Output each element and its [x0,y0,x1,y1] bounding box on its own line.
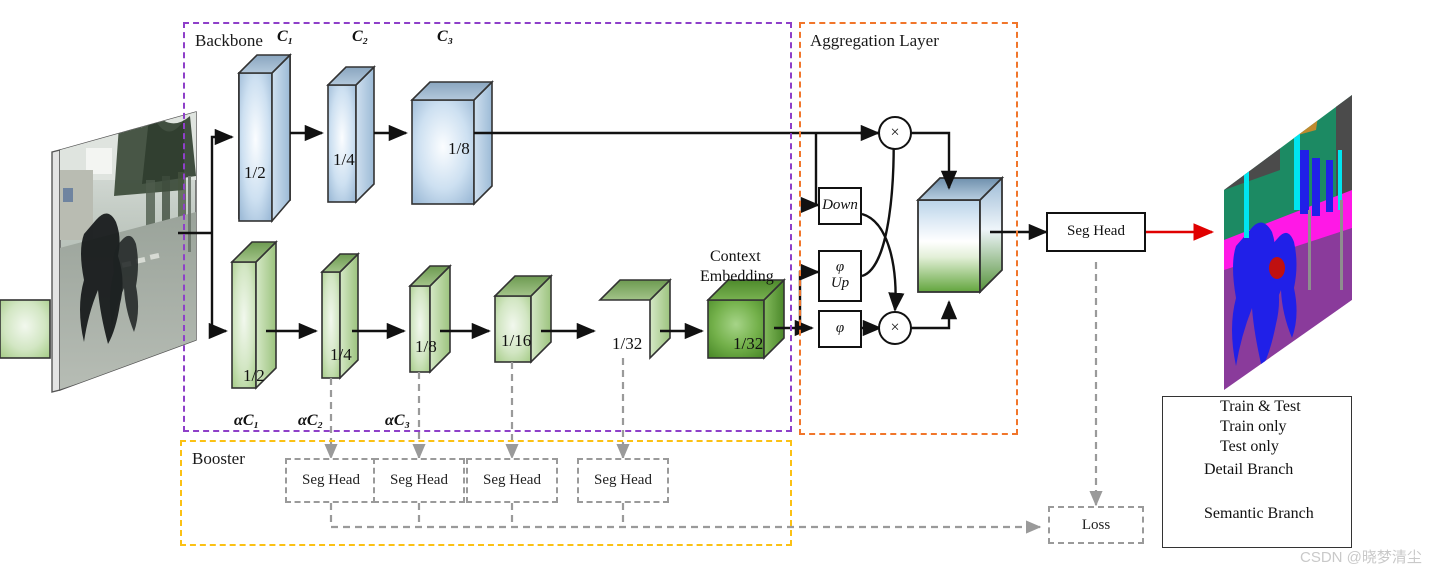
detail-scale-3: 1/8 [448,139,470,158]
legend-label-test-only: Test only [1220,438,1279,455]
seg-head-booster-1[interactable]: Seg Head [285,458,377,503]
semantic-scale-1: 1/2 [243,366,265,385]
semantic-scale-2: 1/4 [330,345,352,364]
watermark: CSDN @晓梦清尘 [1300,549,1422,566]
detail-channel-label-c2: C₂ [352,28,369,45]
detail-channel-label-c1: C₁ [277,28,294,45]
semantic-scale-5: 1/32 [612,334,643,353]
region-aggregation [799,22,1018,435]
seg-head-booster-2[interactable]: Seg Head [373,458,465,503]
region-aggregation-label: Aggregation Layer [810,31,939,50]
semantic-scale-4: 1/16 [501,331,532,350]
seg-head-booster-3[interactable]: Seg Head [466,458,558,503]
detail-channel-label-c3: C₃ [437,28,454,45]
semantic-scale-3: 1/8 [415,337,437,356]
legend-label-detail-branch: Detail Branch [1204,461,1294,478]
legend-label-semantic-branch: Semantic Branch [1204,505,1314,522]
seg-head-booster-4[interactable]: Seg Head [577,458,669,503]
region-backbone [183,22,792,432]
semantic-channel-label-ac2: αC₂ [298,412,324,429]
input-image [51,111,197,393]
semantic-channel-label-ac1: αC₁ [234,412,260,429]
aggregation-phi-box[interactable]: φ [818,310,862,348]
semantic-channel-label-ac3: αC₃ [385,412,411,429]
phi-up-line2: Up [830,275,850,291]
context-embedding-label-line2: Embedding [700,268,774,285]
phi-up-line1: φ [835,259,845,276]
detail-scale-2: 1/4 [333,150,355,169]
region-backbone-label: Backbone [195,31,263,50]
legend-label-train-only: Train only [1220,418,1287,435]
semantic-scale-6: 1/32 [733,334,764,353]
aggregation-down-box[interactable]: Down [818,187,862,225]
loss-box[interactable]: Loss [1048,506,1144,544]
multiply-node-bottom: × [878,311,912,345]
region-booster-label: Booster [192,449,245,468]
output-segmentation-image [1224,95,1352,390]
multiply-node-top: × [878,116,912,150]
context-embedding-label-line1: Context [710,248,761,265]
legend-label-train-test: Train & Test [1220,398,1301,415]
seg-head-main[interactable]: Seg Head [1046,212,1146,252]
detail-scale-1: 1/2 [244,163,266,182]
aggregation-phi-up-box[interactable]: φ Up [818,250,862,302]
